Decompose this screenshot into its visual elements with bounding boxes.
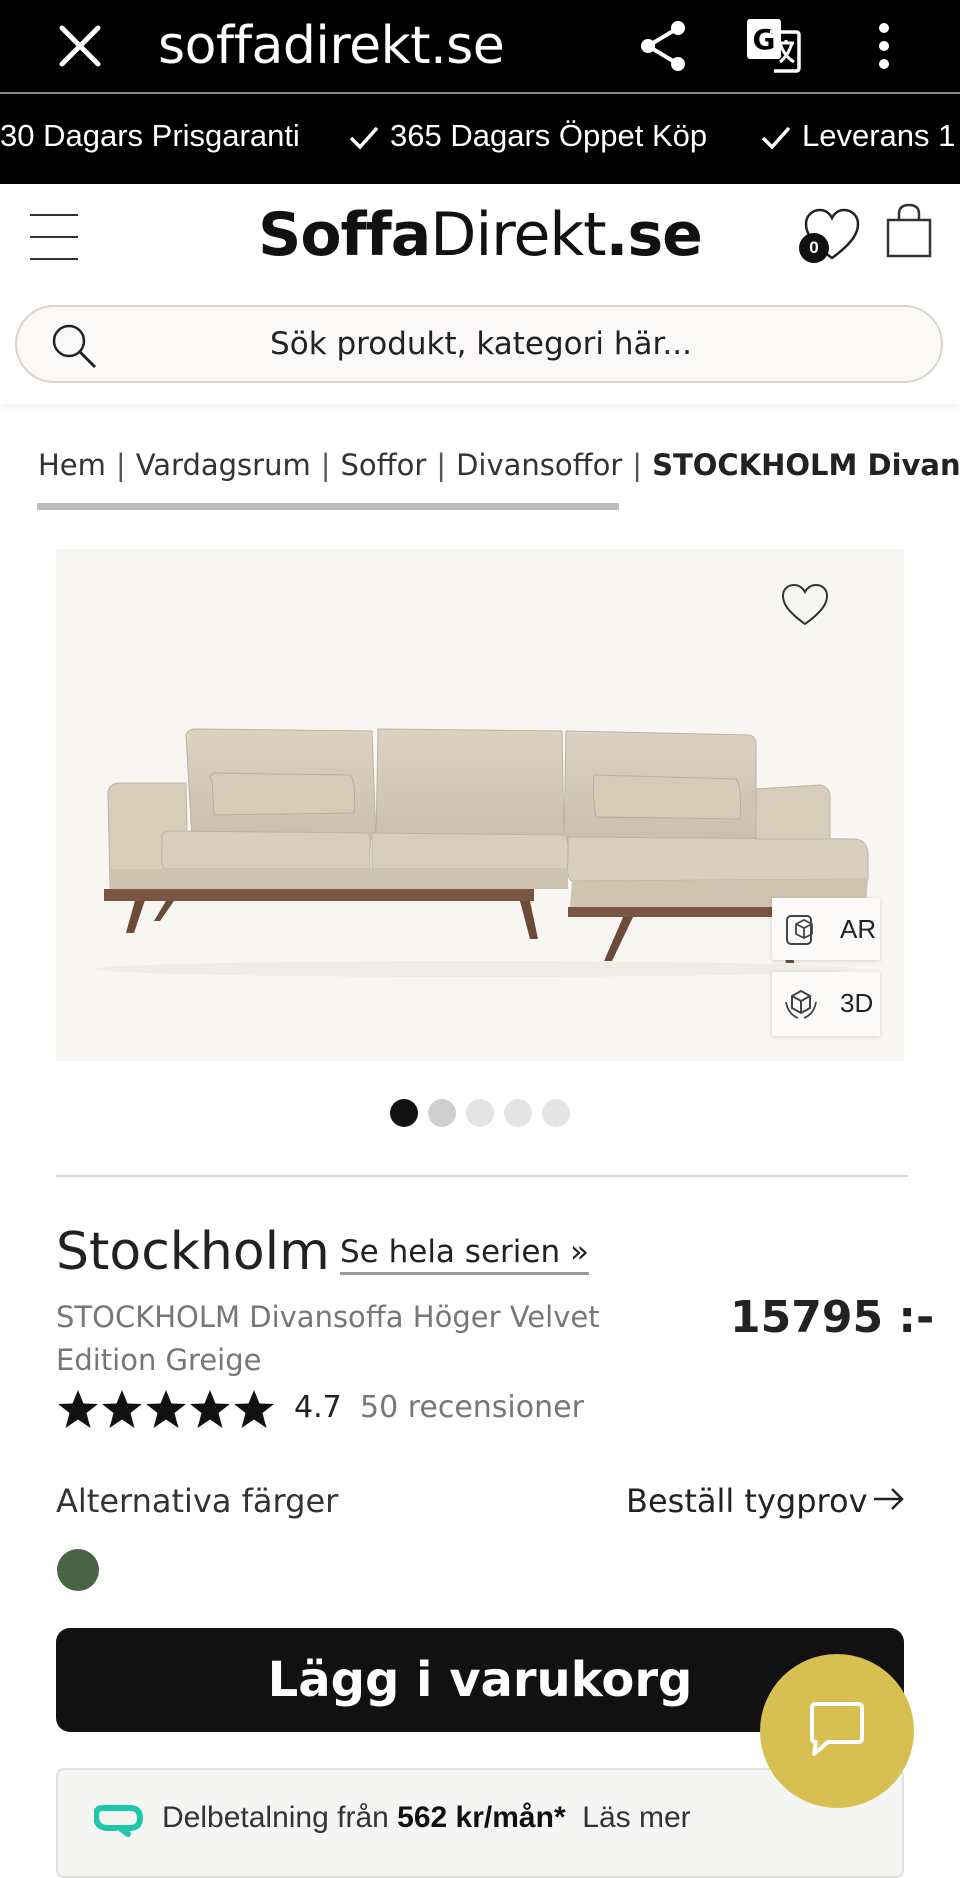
search-bar[interactable]: Sök produkt, kategori här... xyxy=(15,305,943,383)
series-title: Stockholm xyxy=(56,1222,330,1282)
wishlist-count-badge: 0 xyxy=(799,233,829,263)
fabric-sample-link[interactable]: Beställ tygprov xyxy=(626,1482,868,1520)
ar-icon xyxy=(786,915,813,945)
chat-button[interactable] xyxy=(760,1654,914,1808)
url-text[interactable]: soffadirekt.se xyxy=(158,14,505,78)
search-input[interactable]: Sök produkt, kategori här... xyxy=(17,307,945,381)
pagination-dot-active[interactable] xyxy=(390,1099,418,1127)
usp-banner: 30 Dagars Prisgaranti 365 Dagars Öppet K… xyxy=(0,92,960,184)
financing-text: Delbetalning från 562 kr/mån* Läs mer xyxy=(162,1801,691,1834)
close-icon[interactable] xyxy=(52,18,108,74)
arrow-right-icon[interactable] xyxy=(872,1482,906,1516)
3d-view-button[interactable]: 3D xyxy=(772,972,880,1036)
checkmark-icon xyxy=(761,126,791,150)
browser-toolbar: soffadirekt.se G xyxy=(0,0,960,92)
favorite-heart-icon[interactable] xyxy=(780,582,830,628)
read-more-link[interactable]: Läs mer xyxy=(582,1801,690,1834)
gallery-pagination xyxy=(390,1099,580,1127)
svg-text:G: G xyxy=(753,23,776,56)
share-icon[interactable] xyxy=(636,18,692,74)
series-link[interactable]: Se hela serien » xyxy=(340,1234,589,1275)
usp-item: Leverans 1 xyxy=(760,114,955,158)
translate-icon[interactable]: G xyxy=(744,16,802,74)
financing-logo-icon xyxy=(94,1805,144,1837)
alternative-colors-label: Alternativa färger xyxy=(56,1482,339,1520)
pagination-dot[interactable] xyxy=(428,1099,456,1127)
search-icon[interactable] xyxy=(49,321,101,373)
pagination-dot[interactable] xyxy=(504,1099,532,1127)
breadcrumb-item[interactable]: Hem xyxy=(38,448,106,482)
section-divider xyxy=(56,1175,908,1177)
usp-item: 30 Dagars Prisgaranti xyxy=(0,118,300,153)
product-name: STOCKHOLM Divansoffa Höger Velvet Editio… xyxy=(56,1300,600,1377)
breadcrumb: Hem | Vardagsrum | Soffor | Divansoffor | STOCKH… xyxy=(38,448,960,482)
breadcrumb-item[interactable]: Vardagsrum xyxy=(136,448,311,482)
checkmark-icon xyxy=(349,126,379,150)
financing-banner[interactable]: Delbetalning från 562 kr/mån* Läs mer xyxy=(56,1768,904,1878)
rating-value: 4.7 xyxy=(294,1390,342,1425)
usp-item: 365 Dagars Öppet Köp xyxy=(348,114,707,158)
chat-bubble-icon xyxy=(810,1702,864,1756)
breadcrumb-item[interactable]: Divansoffor xyxy=(456,448,622,482)
3d-cube-icon xyxy=(785,989,817,1019)
product-price: 15795 :- xyxy=(730,1292,935,1343)
breadcrumb-item[interactable]: Soffor xyxy=(341,448,427,482)
reviews-link[interactable]: 50 recensioner xyxy=(360,1390,584,1425)
breadcrumb-scrollbar[interactable] xyxy=(37,503,619,510)
shopping-bag-icon[interactable] xyxy=(884,202,934,260)
color-swatch[interactable] xyxy=(57,1549,99,1591)
breadcrumb-current: STOCKHOLM Divansoffa Höger Velvet Editio… xyxy=(652,448,960,482)
star-rating xyxy=(58,1390,274,1428)
pagination-dot[interactable] xyxy=(466,1099,494,1127)
ar-view-button[interactable]: AR xyxy=(772,898,880,960)
pagination-dot[interactable] xyxy=(542,1099,570,1127)
more-vert-icon[interactable] xyxy=(868,18,900,74)
